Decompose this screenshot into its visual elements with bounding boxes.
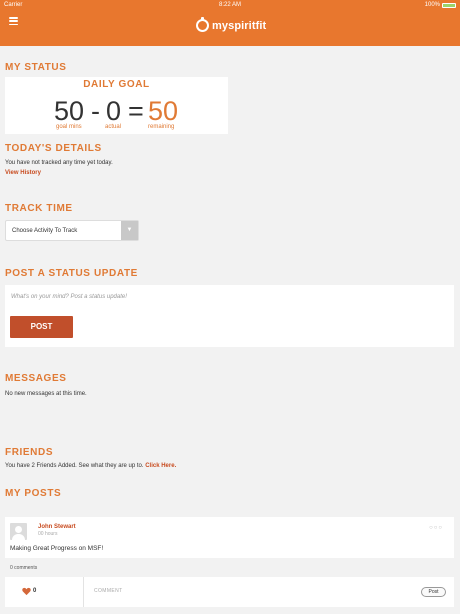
minus-sign: - <box>91 96 100 126</box>
friends-text: You have 2 Friends Added. See what they … <box>5 463 176 469</box>
actual-caption: actual <box>105 124 122 130</box>
more-options-icon[interactable]: ○○○ <box>429 525 443 531</box>
battery-percent: 100% <box>424 2 440 8</box>
todays-details-title: TODAY'S DETAILS <box>5 143 102 154</box>
stopwatch-icon <box>196 17 209 32</box>
app-logo: myspiritfit <box>196 17 267 32</box>
post-body: Making Great Progress on MSF! <box>10 545 104 552</box>
comment-input[interactable]: COMMENT <box>94 588 123 594</box>
track-time-title: TRACK TIME <box>5 203 73 214</box>
post-timestamp: 00 hours <box>38 531 58 537</box>
hamburger-icon[interactable] <box>9 17 18 26</box>
post-action-bar: 0 COMMENT Post <box>5 577 454 607</box>
messages-title: MESSAGES <box>5 373 67 384</box>
daily-goal-title: DAILY GOAL <box>83 79 150 90</box>
comment-post-button[interactable]: Post <box>421 587 446 597</box>
activity-select[interactable]: Choose Activity To Track ▼ <box>5 220 139 241</box>
like-button[interactable]: 0 <box>5 577 84 607</box>
top-navbar: myspiritfit <box>0 10 460 46</box>
actual-value: 0 <box>106 96 122 126</box>
goal-minutes-value: 50 <box>54 96 85 126</box>
remaining-value: 50 <box>148 96 179 126</box>
post-status-title: POST A STATUS UPDATE <box>5 268 138 279</box>
messages-text: No new messages at this time. <box>5 391 87 397</box>
activity-select-value: Choose Activity To Track <box>12 228 78 234</box>
remaining-caption: remaining <box>148 124 175 130</box>
battery-icon <box>442 2 456 8</box>
todays-details-message: You have not tracked any time yet today. <box>5 160 113 166</box>
clock: 8:22 AM <box>218 2 241 8</box>
comments-count[interactable]: 0 comments <box>10 565 37 571</box>
my-posts-title: MY POSTS <box>5 488 62 499</box>
friends-click-here-link[interactable]: Click Here. <box>145 463 176 469</box>
status-update-card: What's on your mind? Post a status updat… <box>5 285 454 347</box>
friends-title: FRIENDS <box>5 447 54 458</box>
friends-message: You have 2 Friends Added. See what they … <box>5 463 144 469</box>
my-status-title: MY STATUS <box>5 62 67 73</box>
view-history-link[interactable]: View History <box>5 170 41 176</box>
equals-sign: = <box>128 96 144 126</box>
status-bar: Carrier 8:22 AM 100% <box>0 0 460 10</box>
post-button[interactable]: POST <box>10 316 73 338</box>
heart-icon <box>22 587 31 596</box>
status-input[interactable]: What's on your mind? Post a status updat… <box>11 294 127 300</box>
goal-minutes-caption: goal mins <box>56 124 82 130</box>
daily-goal-card: DAILY GOAL 50 goal mins - 0 actual = 50 … <box>5 77 228 134</box>
avatar[interactable] <box>10 523 27 540</box>
battery-indicator: 100% <box>425 2 456 8</box>
chevron-down-icon[interactable]: ▼ <box>121 221 138 240</box>
like-count: 0 <box>33 588 37 594</box>
post-card: John Stewart 00 hours ○○○ Making Great P… <box>5 517 454 558</box>
post-author[interactable]: John Stewart <box>38 524 76 530</box>
logo-text: myspiritfit <box>212 19 267 32</box>
